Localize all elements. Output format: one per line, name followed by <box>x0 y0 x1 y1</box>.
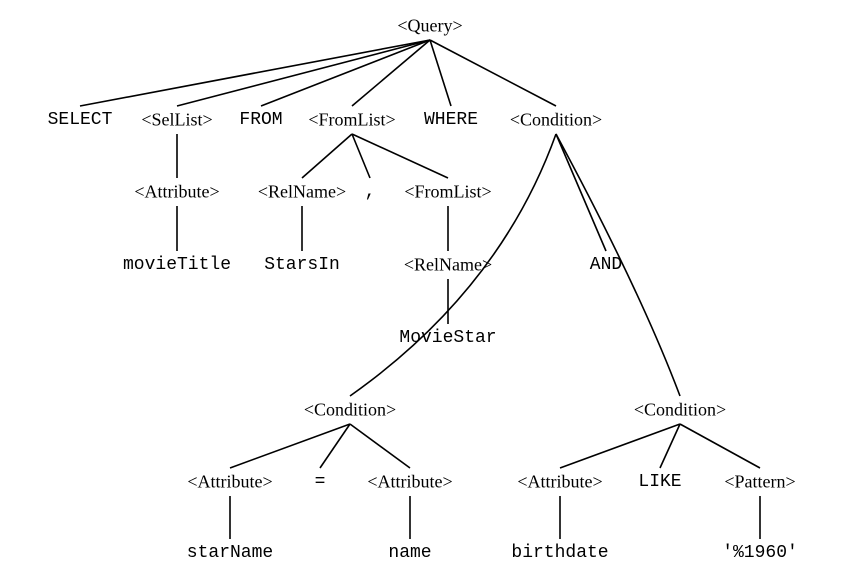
node-comma: , <box>365 182 376 202</box>
node-eq: = <box>315 472 326 492</box>
tree-edge <box>261 40 430 106</box>
node-condition2: <Condition> <box>634 400 726 421</box>
tree-edge <box>80 40 430 106</box>
node-select: SELECT <box>48 110 113 130</box>
node-patlit: '%1960' <box>722 543 798 563</box>
tree-edge <box>352 134 448 178</box>
node-movieTitle: movieTitle <box>123 255 231 275</box>
tree-edge <box>350 424 410 468</box>
node-attr2: <Attribute> <box>187 472 272 493</box>
node-fromlist1: <FromList> <box>308 110 395 131</box>
node-relname2: <RelName> <box>404 255 492 276</box>
tree-edge <box>430 40 556 106</box>
node-starName: starName <box>187 543 273 563</box>
tree-edge <box>556 134 606 251</box>
node-from: FROM <box>239 110 282 130</box>
tree-edge <box>560 424 680 468</box>
tree-edge <box>320 424 350 468</box>
node-condition0: <Condition> <box>510 110 602 131</box>
node-condition1: <Condition> <box>304 400 396 421</box>
node-moviestar: MovieStar <box>399 328 496 348</box>
node-sellist: <SelList> <box>141 110 212 131</box>
tree-edge <box>230 424 350 468</box>
node-where: WHERE <box>424 110 478 130</box>
node-pattern: <Pattern> <box>724 472 795 493</box>
node-attr1: <Attribute> <box>134 182 219 203</box>
tree-edge <box>680 424 760 468</box>
node-name: name <box>388 543 431 563</box>
node-like: LIKE <box>638 472 681 492</box>
node-and: AND <box>590 255 622 275</box>
node-attr3: <Attribute> <box>367 472 452 493</box>
node-relname1: <RelName> <box>258 182 346 203</box>
node-query: <Query> <box>397 16 462 37</box>
tree-edge <box>302 134 352 178</box>
node-fromlist2: <FromList> <box>404 182 491 203</box>
node-birthdate: birthdate <box>511 543 608 563</box>
node-starsIn: StarsIn <box>264 255 340 275</box>
node-attr4: <Attribute> <box>517 472 602 493</box>
